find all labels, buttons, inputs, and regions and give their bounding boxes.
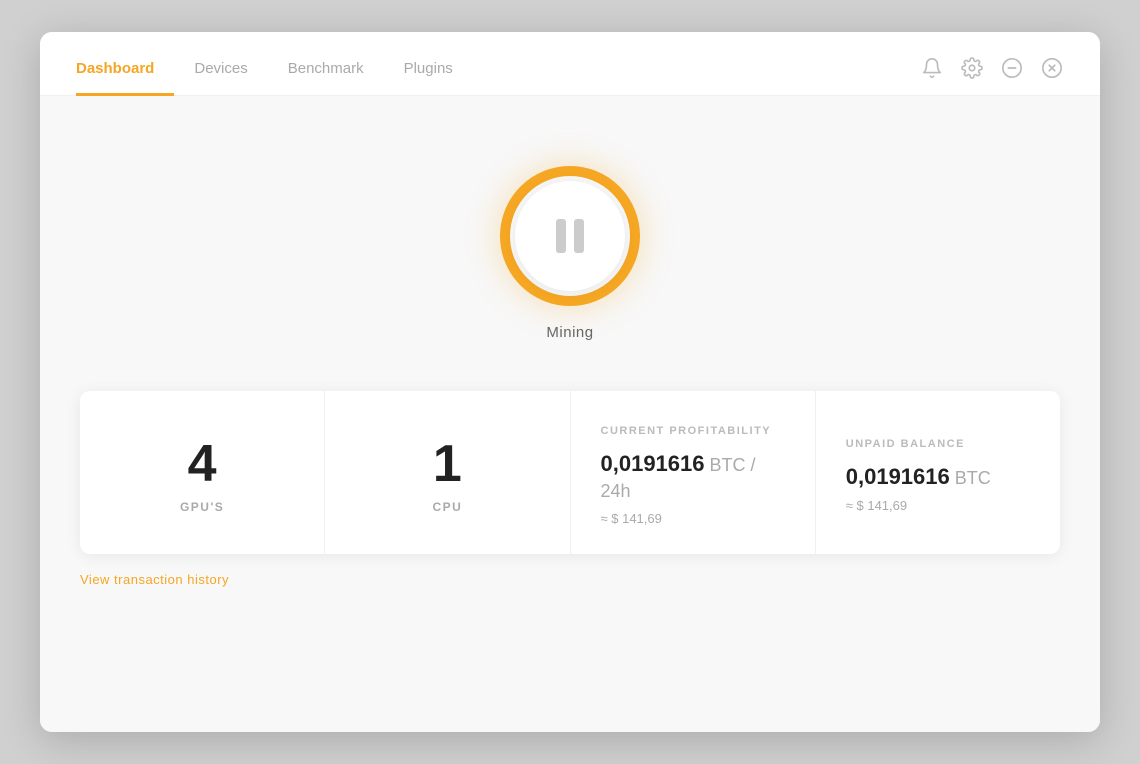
notifications-icon[interactable]	[920, 56, 944, 80]
mining-button[interactable]	[500, 166, 640, 306]
close-icon[interactable]	[1040, 56, 1064, 80]
tab-dashboard[interactable]: Dashboard	[76, 50, 174, 96]
unpaid-usd: ≈ $ 141,69	[846, 498, 907, 513]
profitability-btc: 0,0191616 BTC / 24h	[601, 451, 785, 503]
pause-icon	[556, 219, 584, 253]
navbar: Dashboard Devices Benchmark Plugins	[40, 32, 1100, 96]
pause-bar-left	[556, 219, 566, 253]
app-window: Dashboard Devices Benchmark Plugins	[40, 32, 1100, 732]
mining-label: Mining	[546, 324, 593, 341]
bottom-hint[interactable]: View transaction history	[80, 554, 1060, 595]
tab-benchmark[interactable]: Benchmark	[268, 50, 384, 96]
profitability-usd: ≈ $ 141,69	[601, 511, 662, 526]
stat-card-gpus: 4 GPU'S	[80, 391, 325, 554]
pause-bar-right	[574, 219, 584, 253]
unpaid-btc: 0,0191616 BTC	[846, 464, 991, 490]
main-content: Mining 4 GPU'S 1 CPU CURRENT PROFITABILI…	[40, 96, 1100, 732]
mining-inner-button[interactable]	[515, 181, 625, 291]
cpu-label: CPU	[432, 500, 462, 514]
window-controls	[920, 56, 1064, 90]
minimize-icon[interactable]	[1000, 56, 1024, 80]
stat-card-cpu: 1 CPU	[325, 391, 570, 554]
stats-row: 4 GPU'S 1 CPU CURRENT PROFITABILITY 0,01…	[80, 391, 1060, 554]
profitability-title: CURRENT PROFITABILITY	[601, 425, 772, 437]
nav-tabs: Dashboard Devices Benchmark Plugins	[76, 50, 473, 95]
unpaid-title: UNPAID BALANCE	[846, 438, 965, 450]
settings-icon[interactable]	[960, 56, 984, 80]
tab-plugins[interactable]: Plugins	[384, 50, 473, 96]
stat-card-profitability: CURRENT PROFITABILITY 0,0191616 BTC / 24…	[571, 391, 816, 554]
gpus-label: GPU'S	[180, 500, 224, 514]
mining-section: Mining	[500, 166, 640, 341]
gpus-count: 4	[188, 438, 217, 490]
cpu-count: 1	[433, 438, 462, 490]
stat-card-unpaid: UNPAID BALANCE 0,0191616 BTC ≈ $ 141,69	[816, 391, 1060, 554]
tab-devices[interactable]: Devices	[174, 50, 267, 96]
